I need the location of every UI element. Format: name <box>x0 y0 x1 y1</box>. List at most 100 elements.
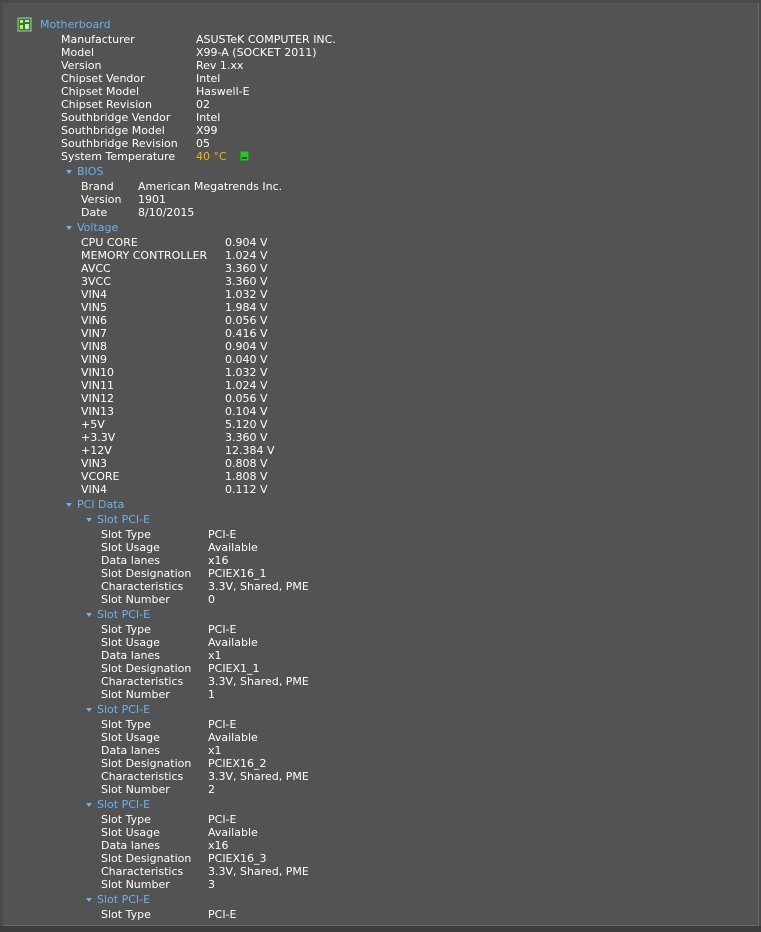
property-value: PCIEX16_1 <box>208 567 267 580</box>
property-label: Slot Type <box>101 623 151 636</box>
property-label: VIN9 <box>81 353 107 366</box>
motherboard-title: Motherboard <box>40 18 111 31</box>
property-value: 3.360 V <box>225 262 268 275</box>
property-value: 5.120 V <box>225 418 268 431</box>
property-label: Slot Designation <box>101 567 192 580</box>
pci-data-section-header-label: PCI Data <box>77 498 125 511</box>
property-value: 0.112 V <box>225 483 268 496</box>
expand-arrow-icon[interactable] <box>66 503 72 507</box>
property-label: VIN11 <box>81 379 114 392</box>
property-label: Slot Usage <box>101 541 160 554</box>
property-label: Southbridge Revision <box>61 137 178 150</box>
property-value: 0.808 V <box>225 457 268 470</box>
property-label: Characteristics <box>101 770 184 783</box>
property-label: Characteristics <box>101 865 184 878</box>
slot-pci-e-header-label: Slot PCI-E <box>97 893 151 906</box>
property-label: System Temperature <box>61 150 176 163</box>
property-label: Slot Type <box>101 528 151 541</box>
property-label: Version <box>81 193 122 206</box>
property-label: Slot Number <box>101 783 170 796</box>
property-label: Slot Type <box>101 908 151 921</box>
property-value: 3.3V, Shared, PME <box>208 865 309 878</box>
property-label: Slot Number <box>101 688 170 701</box>
property-label: VCORE <box>81 470 120 483</box>
property-value: 1.808 V <box>225 470 268 483</box>
property-label: Slot Usage <box>101 636 160 649</box>
property-value: X99 <box>196 124 218 137</box>
property-label: Slot Number <box>101 878 170 891</box>
property-label: +5V <box>81 418 105 431</box>
property-label: Slot Usage <box>101 731 160 744</box>
property-value: PCI-E <box>208 813 237 826</box>
property-label: Data lanes <box>101 649 161 662</box>
property-value: 1 <box>208 688 215 701</box>
property-label: VIN4 <box>81 483 107 496</box>
bios-section-header-label: BIOS <box>77 165 104 178</box>
property-label: Characteristics <box>101 675 184 688</box>
property-label: Slot Designation <box>101 852 192 865</box>
property-label: Date <box>81 206 108 219</box>
property-label: Model <box>61 46 95 59</box>
expand-arrow-icon[interactable] <box>86 708 92 712</box>
property-value: 05 <box>196 137 210 150</box>
property-value: 8/10/2015 <box>138 206 195 219</box>
property-value: 0.056 V <box>225 392 268 405</box>
property-label: AVCC <box>81 262 111 275</box>
property-value: PCI-E <box>208 623 237 636</box>
property-value: PCI-E <box>208 718 237 731</box>
property-value: 0 <box>208 593 215 606</box>
property-value: 0.416 V <box>225 327 268 340</box>
property-value: 2 <box>208 783 215 796</box>
property-label: Data lanes <box>101 839 161 852</box>
property-label: Brand <box>81 180 114 193</box>
property-value: 0.904 V <box>225 236 268 249</box>
property-label: VIN13 <box>81 405 114 418</box>
details-panel[interactable]: Motherboard Manufacturer ASUSTeK COMPUTER… <box>3 3 759 926</box>
property-value: 1.032 V <box>225 288 268 301</box>
property-value: 0.104 V <box>225 405 268 418</box>
property-label: VIN6 <box>81 314 107 327</box>
expand-arrow-icon[interactable] <box>66 226 72 230</box>
property-label: Data lanes <box>101 554 161 567</box>
property-value: 1901 <box>138 193 166 206</box>
property-value: ASUSTeK COMPUTER INC. <box>196 33 336 46</box>
property-value: 1.024 V <box>225 379 268 392</box>
property-label: Version <box>61 59 102 72</box>
property-label: MEMORY CONTROLLER <box>81 249 208 262</box>
property-value: Available <box>208 541 258 554</box>
property-value: 3.360 V <box>225 275 268 288</box>
property-label: Chipset Vendor <box>61 72 145 85</box>
property-value: 3.360 V <box>225 431 268 444</box>
slot-pci-e-header-label: Slot PCI-E <box>97 798 151 811</box>
property-label: Chipset Revision <box>61 98 152 111</box>
property-value: Intel <box>196 72 221 85</box>
slot-pci-e-header-label: Slot PCI-E <box>97 513 151 526</box>
property-value: Intel <box>196 111 221 124</box>
property-label: Manufacturer <box>61 33 135 46</box>
motherboard-header[interactable]: Motherboard <box>40 18 111 31</box>
property-label: Slot Number <box>101 593 170 606</box>
property-value: x1 <box>208 744 222 757</box>
property-label: Slot Type <box>101 813 151 826</box>
property-label: Chipset Model <box>61 85 140 98</box>
slot-pci-e-header-label: Slot PCI-E <box>97 703 151 716</box>
expand-arrow-icon[interactable] <box>86 803 92 807</box>
property-value: 1.984 V <box>225 301 268 314</box>
property-value: x1 <box>208 649 222 662</box>
property-value: 3.3V, Shared, PME <box>208 770 309 783</box>
property-value: American Megatrends Inc. <box>138 180 283 193</box>
property-value: x16 <box>208 554 229 567</box>
bottom-border <box>0 926 761 932</box>
slot-pci-e-header-label: Slot PCI-E <box>97 608 151 621</box>
expand-arrow-icon[interactable] <box>66 170 72 174</box>
property-value: PCIEX16_3 <box>208 852 267 865</box>
expand-arrow-icon[interactable] <box>86 613 92 617</box>
property-value: X99-A (SOCKET 2011) <box>196 46 317 59</box>
property-value: PCIEX1_1 <box>208 662 260 675</box>
expand-arrow-icon[interactable] <box>86 518 92 522</box>
property-label: +3.3V <box>81 431 116 444</box>
property-label: Data lanes <box>101 744 161 757</box>
property-value: 02 <box>196 98 210 111</box>
expand-arrow-icon[interactable] <box>86 898 92 902</box>
property-label: +12V <box>81 444 112 457</box>
